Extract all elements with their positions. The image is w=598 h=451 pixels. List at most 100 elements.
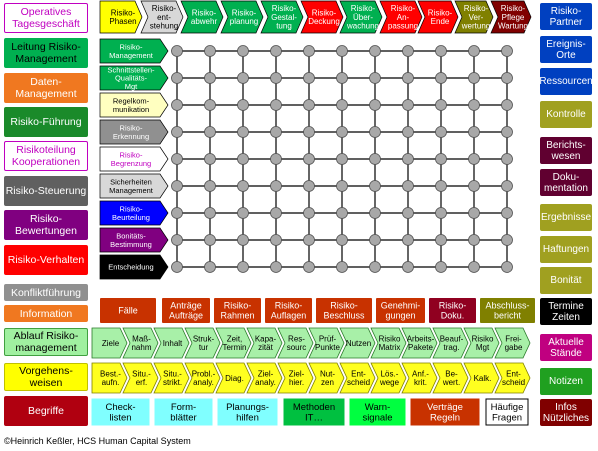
grid-node[interactable]	[270, 180, 282, 192]
grid-node[interactable]	[435, 180, 447, 192]
phase-risiko-ende[interactable]: Risiko-Ende	[417, 0, 459, 34]
red-item-anträge-aufträge[interactable]: Anträge Aufträge	[162, 298, 210, 323]
grid-node[interactable]	[237, 153, 249, 165]
grid-node[interactable]	[501, 126, 513, 138]
vorgehen-step-ent-scheid[interactable]: Ent-scheid	[339, 362, 376, 394]
grid-node[interactable]	[369, 99, 381, 111]
ablauf-step-res-sourc[interactable]: Res-sourc	[277, 327, 314, 359]
grid-node[interactable]	[336, 180, 348, 192]
grid-node[interactable]	[435, 45, 447, 57]
grid-node[interactable]	[468, 126, 480, 138]
grid-node[interactable]	[468, 72, 480, 84]
grid-node[interactable]	[237, 72, 249, 84]
grid-node[interactable]	[171, 45, 183, 57]
grid-node[interactable]	[468, 207, 480, 219]
phase-risiko-ver-wertung[interactable]: Risiko-Ver-wertung	[454, 0, 494, 34]
grid-node[interactable]	[336, 99, 348, 111]
phase-risiko-deckung[interactable]: Risiko-Deckung	[300, 0, 344, 34]
grid-node[interactable]	[402, 99, 414, 111]
grid-node[interactable]	[336, 72, 348, 84]
grid-node[interactable]	[171, 207, 183, 219]
bottom-item-check-listen[interactable]: Check-listen	[91, 398, 150, 426]
bottom-item-warn-signale[interactable]: Warn-signale	[349, 398, 406, 426]
grid-node[interactable]	[171, 180, 183, 192]
row-risiko-management[interactable]: Risiko-Management	[99, 38, 169, 64]
grid-node[interactable]	[237, 207, 249, 219]
bottom-item-planungs-hilfen[interactable]: Planungs-hilfen	[217, 398, 278, 426]
grid-node[interactable]	[204, 207, 216, 219]
vorgehen-step-probl-analy[interactable]: Probl.-analy.	[184, 362, 221, 394]
bottom-item-methoden-it[interactable]: Methoden IT…	[283, 398, 345, 426]
grid-node[interactable]	[369, 45, 381, 57]
grid-node[interactable]	[171, 261, 183, 273]
grid-node[interactable]	[237, 99, 249, 111]
red-item-risiko-rahmen[interactable]: Risiko-Rahmen	[214, 298, 261, 323]
grid-node[interactable]	[171, 72, 183, 84]
grid-node[interactable]	[270, 261, 282, 273]
grid-node[interactable]	[171, 99, 183, 111]
grid-node[interactable]	[402, 180, 414, 192]
ablauf-step-frei-gabe[interactable]: Frei-gabe	[494, 327, 531, 359]
grid-node[interactable]	[270, 126, 282, 138]
grid-node[interactable]	[204, 153, 216, 165]
grid-node[interactable]	[468, 261, 480, 273]
grid-node[interactable]	[237, 126, 249, 138]
row-risiko-erkennung[interactable]: Risiko-Erkennung	[99, 119, 169, 145]
grid-node[interactable]	[303, 180, 315, 192]
grid-node[interactable]	[303, 234, 315, 246]
vorgehen-step-situ-strikt[interactable]: Situ.-strikt.	[153, 362, 190, 394]
grid-node[interactable]	[237, 234, 249, 246]
vorgehen-step-situ-erf[interactable]: Situ.-erf.	[122, 362, 159, 394]
phase-risiko-planung[interactable]: Risiko-planung	[220, 0, 264, 34]
grid-node[interactable]	[303, 207, 315, 219]
grid-node[interactable]	[369, 234, 381, 246]
grid-node[interactable]	[270, 72, 282, 84]
grid-node[interactable]	[501, 153, 513, 165]
grid-node[interactable]	[501, 45, 513, 57]
vorgehen-step-anf-krit[interactable]: Anf.-krit.	[401, 362, 438, 394]
grid-node[interactable]	[402, 126, 414, 138]
ablauf-step-ziele[interactable]: Ziele	[91, 327, 128, 359]
grid-node[interactable]	[435, 72, 447, 84]
grid-node[interactable]	[270, 207, 282, 219]
grid-node[interactable]	[369, 126, 381, 138]
red-item-abschluss-bericht[interactable]: Abschluss-bericht	[480, 298, 535, 323]
vorgehen-step-lös-wege[interactable]: Lös.-wege	[370, 362, 407, 394]
red-item-fälle[interactable]: Fälle	[100, 298, 156, 323]
grid-node[interactable]	[468, 99, 480, 111]
grid-node[interactable]	[270, 234, 282, 246]
grid-node[interactable]	[204, 180, 216, 192]
grid-node[interactable]	[402, 207, 414, 219]
phase-risiko-phasen[interactable]: Risiko-Phasen	[99, 0, 143, 34]
ablauf-step-struk-tur[interactable]: Struk-tur	[184, 327, 221, 359]
grid-node[interactable]	[171, 234, 183, 246]
grid-node[interactable]	[204, 261, 216, 273]
grid-node[interactable]	[402, 45, 414, 57]
grid-node[interactable]	[369, 72, 381, 84]
grid-node[interactable]	[204, 99, 216, 111]
grid-node[interactable]	[501, 180, 513, 192]
grid-node[interactable]	[303, 261, 315, 273]
row-risiko-beurteilung[interactable]: Risiko-Beurteilung	[99, 200, 169, 226]
row-bonitäts-bestimmung[interactable]: Bonitäts-Bestimmung	[99, 227, 169, 253]
grid-node[interactable]	[435, 261, 447, 273]
grid-node[interactable]	[336, 153, 348, 165]
grid-node[interactable]	[369, 261, 381, 273]
row-schnittstellen-qualitäts-mgt[interactable]: Schnittstellen-Qualitäts-Mgt	[99, 65, 169, 91]
phase-risiko-ent-stehung[interactable]: Risiko-ent-stehung	[140, 0, 184, 34]
bottom-item-form-blätter[interactable]: Form-blätter	[154, 398, 213, 426]
grid-node[interactable]	[204, 45, 216, 57]
grid-node[interactable]	[303, 99, 315, 111]
grid-node[interactable]	[270, 45, 282, 57]
vorgehen-step-kalk[interactable]: Kalk.	[463, 362, 500, 394]
grid-node[interactable]	[204, 234, 216, 246]
phase-risiko-an-passung[interactable]: Risiko-An-passung	[379, 0, 423, 34]
grid-node[interactable]	[171, 153, 183, 165]
red-item-risiko-auflagen[interactable]: Risiko-Auflagen	[265, 298, 312, 323]
phase-risiko-gestal-tung[interactable]: Risiko-Gestal-tung	[260, 0, 304, 34]
grid-node[interactable]	[468, 153, 480, 165]
ablauf-step-risiko-mgt[interactable]: Risiko Mgt	[463, 327, 500, 359]
grid-node[interactable]	[303, 72, 315, 84]
phase-risiko-über-wachung[interactable]: Risiko-Über-wachung	[339, 0, 383, 34]
grid-node[interactable]	[303, 126, 315, 138]
